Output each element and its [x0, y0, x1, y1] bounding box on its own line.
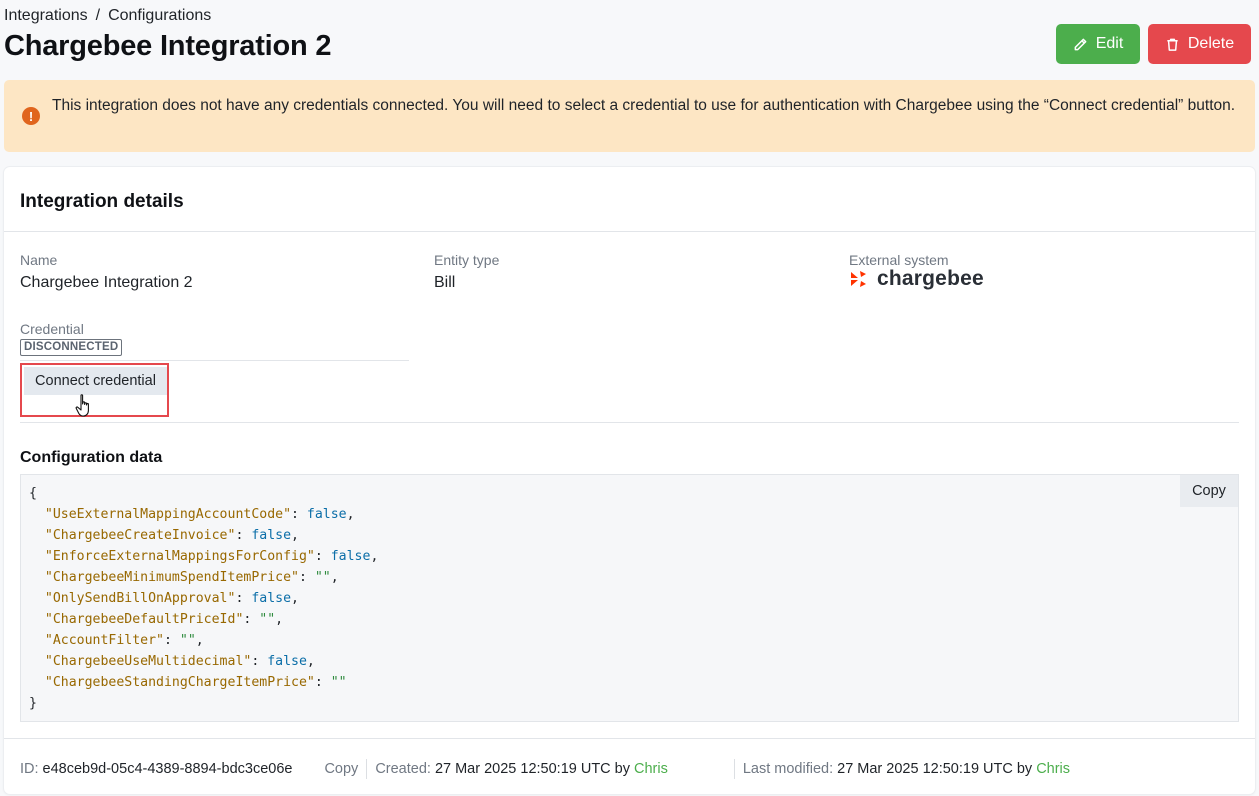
json-value: "" — [330, 675, 347, 690]
warning-alert: ! This integration does not have any cre… — [4, 80, 1255, 152]
footer-separator — [366, 759, 368, 779]
json-entry: "ChargebeeUseMultidecimal": false, — [44, 654, 315, 669]
trash-icon — [1167, 38, 1178, 51]
modified-value: 27 Mar 2025 12:50:19 UTC by — [837, 761, 1033, 777]
json-value: false — [251, 528, 292, 543]
credential-divider — [20, 360, 409, 361]
credential-label: Credential — [20, 321, 84, 337]
exclamation-icon: ! — [22, 107, 40, 125]
page-title: Chargebee Integration 2 — [4, 30, 332, 62]
created-by-link[interactable]: Chris — [634, 761, 668, 777]
footer-separator — [733, 759, 735, 779]
edit-button[interactable]: Edit — [1056, 24, 1140, 64]
breadcrumb-configurations[interactable]: Configurations — [108, 7, 211, 25]
breadcrumb-integrations[interactable]: Integrations — [4, 7, 88, 25]
json-key: "ChargebeeStandingChargeItemPrice" — [44, 675, 315, 690]
breadcrumb: Integrations / Configurations — [4, 7, 211, 25]
modified-label: Last modified: — [742, 761, 834, 777]
json-entry: "EnforceExternalMappingsForConfig": fals… — [44, 549, 379, 564]
external-system-label: External system — [849, 252, 949, 268]
hand-cursor-icon — [75, 394, 89, 417]
name-label: Name — [20, 252, 58, 268]
json-value: "" — [314, 570, 331, 585]
delete-button[interactable]: Delete — [1148, 24, 1251, 64]
integration-details-card: Integration details Name Chargebee Integ… — [4, 167, 1255, 794]
card-title: Integration details — [20, 191, 184, 212]
chargebee-logo: chargebee — [849, 267, 984, 291]
json-entry: "OnlySendBillOnApproval": false, — [44, 591, 299, 606]
json-key: "ChargebeeUseMultidecimal" — [44, 654, 252, 669]
copy-config-button[interactable]: Copy — [1180, 475, 1238, 507]
json-entry: "ChargebeeMinimumSpendItemPrice": "", — [44, 570, 339, 585]
configuration-data-title: Configuration data — [20, 449, 163, 466]
json-close-brace: } — [29, 696, 37, 711]
json-key: "ChargebeeMinimumSpendItemPrice" — [44, 570, 299, 585]
json-value: false — [267, 654, 307, 669]
copy-id-button[interactable]: Copy — [324, 761, 358, 777]
json-key: "UseExternalMappingAccountCode" — [44, 507, 292, 522]
modified-by-link[interactable]: Chris — [1036, 761, 1070, 777]
alert-message: This integration does not have any crede… — [52, 97, 1236, 114]
json-value: false — [330, 549, 371, 564]
metadata-footer: ID: e48ceb9d-05c4-4389-8894-bdc3ce06e Co… — [20, 759, 1070, 779]
section-divider — [20, 422, 1239, 423]
pencil-icon — [1074, 38, 1087, 50]
delete-label: Delete — [1187, 35, 1235, 52]
entity-type-label: Entity type — [434, 252, 500, 268]
json-entry: "AccountFilter": "", — [44, 633, 204, 648]
json-value: false — [251, 591, 292, 606]
id-value: e48ceb9d-05c4-4389-8894-bdc3ce06e — [42, 761, 293, 777]
json-entry: "ChargebeeCreateInvoice": false, — [44, 528, 299, 543]
json-entry: "UseExternalMappingAccountCode": false, — [44, 507, 355, 522]
chargebee-wordmark: chargebee — [877, 267, 984, 290]
connect-credential-button[interactable]: Connect credential — [24, 367, 167, 395]
json-entry: "ChargebeeStandingChargeItemPrice": "" — [44, 675, 347, 690]
json-value: "" — [259, 612, 276, 627]
json-entry: "ChargebeeDefaultPriceId": "", — [44, 612, 284, 627]
name-value: Chargebee Integration 2 — [20, 274, 193, 291]
json-key: "ChargebeeDefaultPriceId" — [44, 612, 244, 627]
chargebee-mark-icon — [851, 271, 866, 287]
configuration-json: { "UseExternalMappingAccountCode": false… — [20, 474, 1239, 722]
json-value: false — [306, 507, 347, 522]
breadcrumb-separator: / — [95, 7, 101, 24]
json-key: "ChargebeeCreateInvoice" — [44, 528, 236, 543]
credential-status-badge: DISCONNECTED — [20, 339, 123, 356]
entity-type-value: Bill — [434, 274, 456, 291]
connect-credential-highlight: Connect credential — [20, 363, 169, 417]
json-key: "AccountFilter" — [44, 633, 164, 648]
footer-divider — [4, 738, 1255, 739]
json-key: "OnlySendBillOnApproval" — [44, 591, 236, 606]
created-label: Created: — [375, 761, 431, 777]
card-divider — [4, 231, 1255, 232]
json-open-brace: { — [29, 486, 37, 501]
created-value: 27 Mar 2025 12:50:19 UTC by — [434, 761, 630, 777]
edit-label: Edit — [1095, 35, 1124, 52]
id-label: ID: — [20, 761, 39, 777]
json-value: "" — [179, 633, 196, 648]
json-key: "EnforceExternalMappingsForConfig" — [44, 549, 315, 564]
